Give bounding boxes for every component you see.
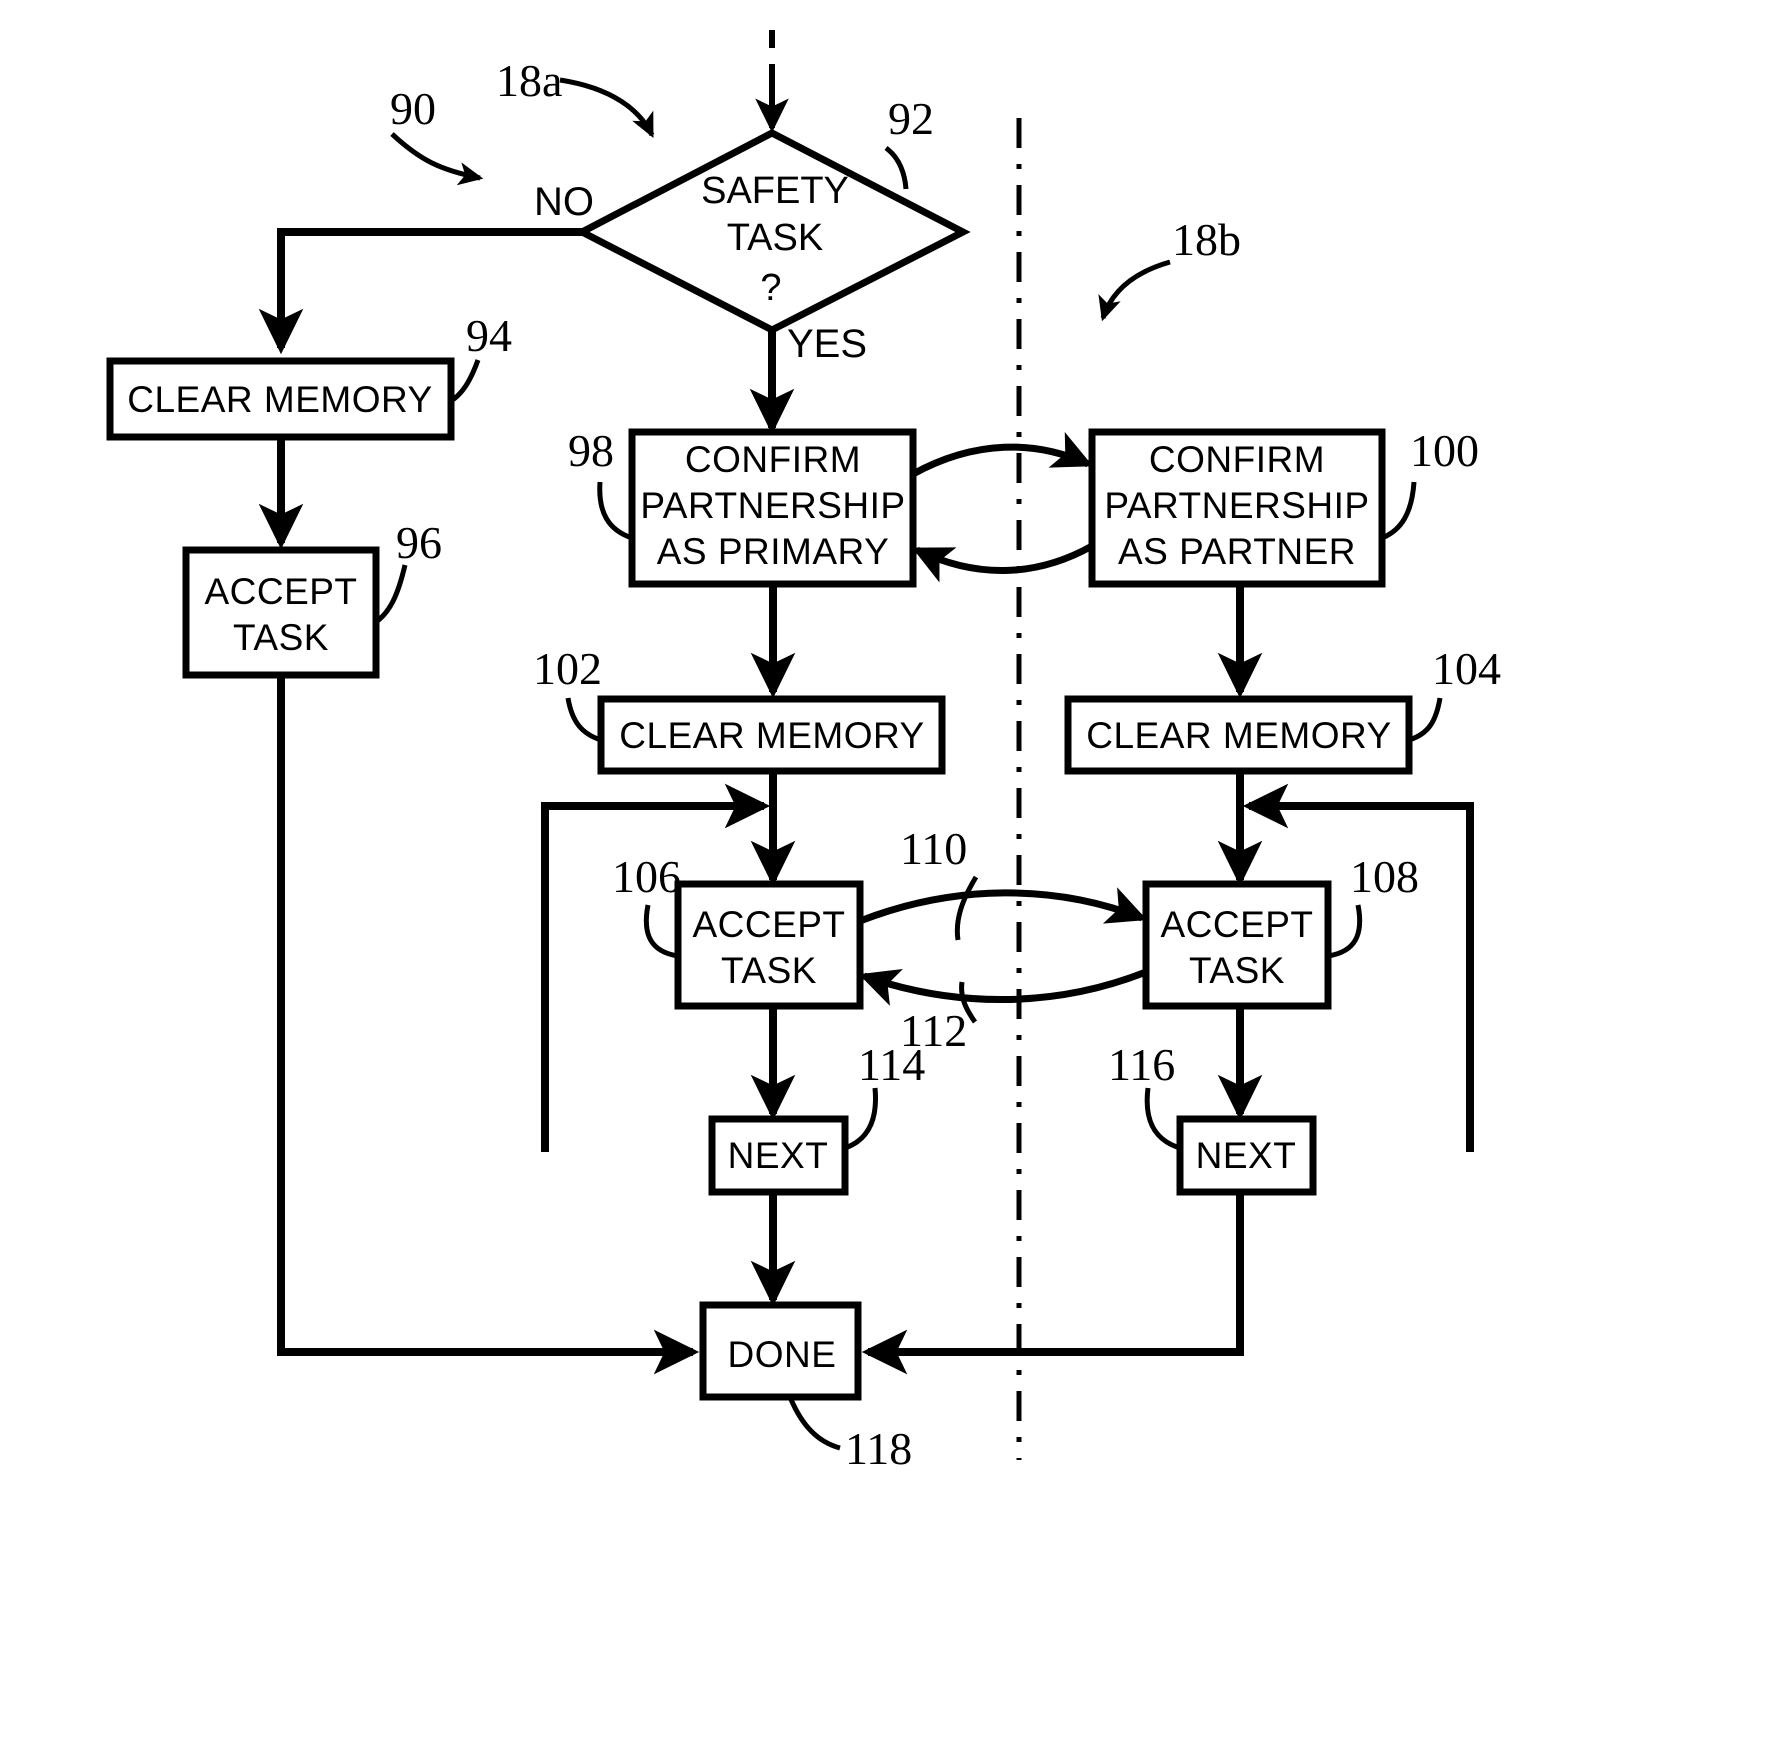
leader-118: [787, 1396, 841, 1451]
decision-line2: TASK: [727, 217, 823, 259]
edge-no-to-clear-memory: [258, 228, 582, 355]
ref-96: 96: [396, 517, 442, 568]
ref-118: 118: [845, 1423, 912, 1474]
node-clear-memory-left-label: CLEAR MEMORY: [127, 379, 433, 420]
node-accept-task-right-line2: TASK: [1189, 950, 1285, 991]
ref-94: 94: [466, 310, 512, 361]
leader-96: [374, 564, 408, 625]
node-accept-task-left-line2: TASK: [233, 617, 329, 658]
ref-18b: 18b: [1172, 214, 1241, 265]
decision-line3: ?: [760, 267, 781, 309]
leader-18b: [1098, 259, 1171, 322]
ref-104: 104: [1432, 643, 1501, 694]
node-clear-memory-right-label: CLEAR MEMORY: [1086, 715, 1392, 756]
edge-next-right-to-done: [861, 1192, 1244, 1375]
leader-108: [1327, 904, 1363, 959]
node-confirm-partner-line2: PARTNERSHIP: [1104, 485, 1369, 526]
node-next-center-label: NEXT: [728, 1135, 829, 1176]
edge-accept-center-to-right: [858, 887, 1148, 925]
branch-label-no: NO: [534, 180, 594, 224]
node-confirm-partner-line1: CONFIRM: [1149, 439, 1325, 480]
node-confirm-partner-line3: AS PARTNER: [1118, 531, 1356, 572]
ref-106: 106: [612, 851, 681, 902]
ref-98: 98: [568, 425, 614, 476]
node-accept-task-left-line1: ACCEPT: [204, 571, 357, 612]
ref-92: 92: [888, 93, 934, 144]
node-accept-task-center-line2: TASK: [721, 950, 817, 991]
ref-90: 90: [390, 83, 436, 134]
leader-102: [565, 697, 602, 743]
decision-line1: SAFETY: [701, 170, 849, 212]
edge-accept-task-left-to-done: [277, 675, 700, 1375]
ref-102: 102: [533, 643, 602, 694]
leader-106: [643, 904, 679, 959]
ref-108: 108: [1350, 851, 1419, 902]
ref-100: 100: [1410, 425, 1479, 476]
leader-94: [449, 359, 481, 404]
edge-confirm-partner-to-primary: [912, 542, 1094, 583]
leader-90: [390, 132, 484, 186]
leader-98: [597, 481, 633, 541]
branch-label-yes: YES: [787, 322, 867, 366]
node-confirm-primary-line1: CONFIRM: [685, 439, 861, 480]
flowchart-canvas: SAFETY TASK ? 92 NO YES 90 18a 18b CLEAR…: [106, 30, 1501, 1474]
edge-confirm-primary-to-partner: [911, 432, 1093, 478]
leader-114: [844, 1087, 879, 1151]
node-confirm-primary-line3: AS PRIMARY: [657, 531, 890, 572]
leader-100: [1380, 481, 1417, 541]
leader-104: [1408, 697, 1443, 743]
edge-accept-right-to-center: [858, 968, 1148, 1006]
leader-18a: [559, 77, 655, 139]
node-accept-task-right-line1: ACCEPT: [1160, 904, 1313, 945]
node-next-right-label: NEXT: [1196, 1135, 1297, 1176]
leader-116: [1144, 1087, 1181, 1151]
leader-110: [954, 875, 979, 941]
patent-figure: SAFETY TASK ? 92 NO YES 90 18a 18b CLEAR…: [0, 0, 1782, 1737]
node-clear-memory-center-label: CLEAR MEMORY: [619, 715, 925, 756]
ref-18a: 18a: [496, 55, 562, 106]
ref-110: 110: [900, 823, 967, 874]
node-accept-task-center-line1: ACCEPT: [692, 904, 845, 945]
ref-116: 116: [1108, 1039, 1175, 1090]
leader-92: [884, 145, 909, 190]
node-confirm-primary-line2: PARTNERSHIP: [640, 485, 905, 526]
ref-114: 114: [858, 1039, 925, 1090]
node-done-label: DONE: [728, 1334, 837, 1375]
